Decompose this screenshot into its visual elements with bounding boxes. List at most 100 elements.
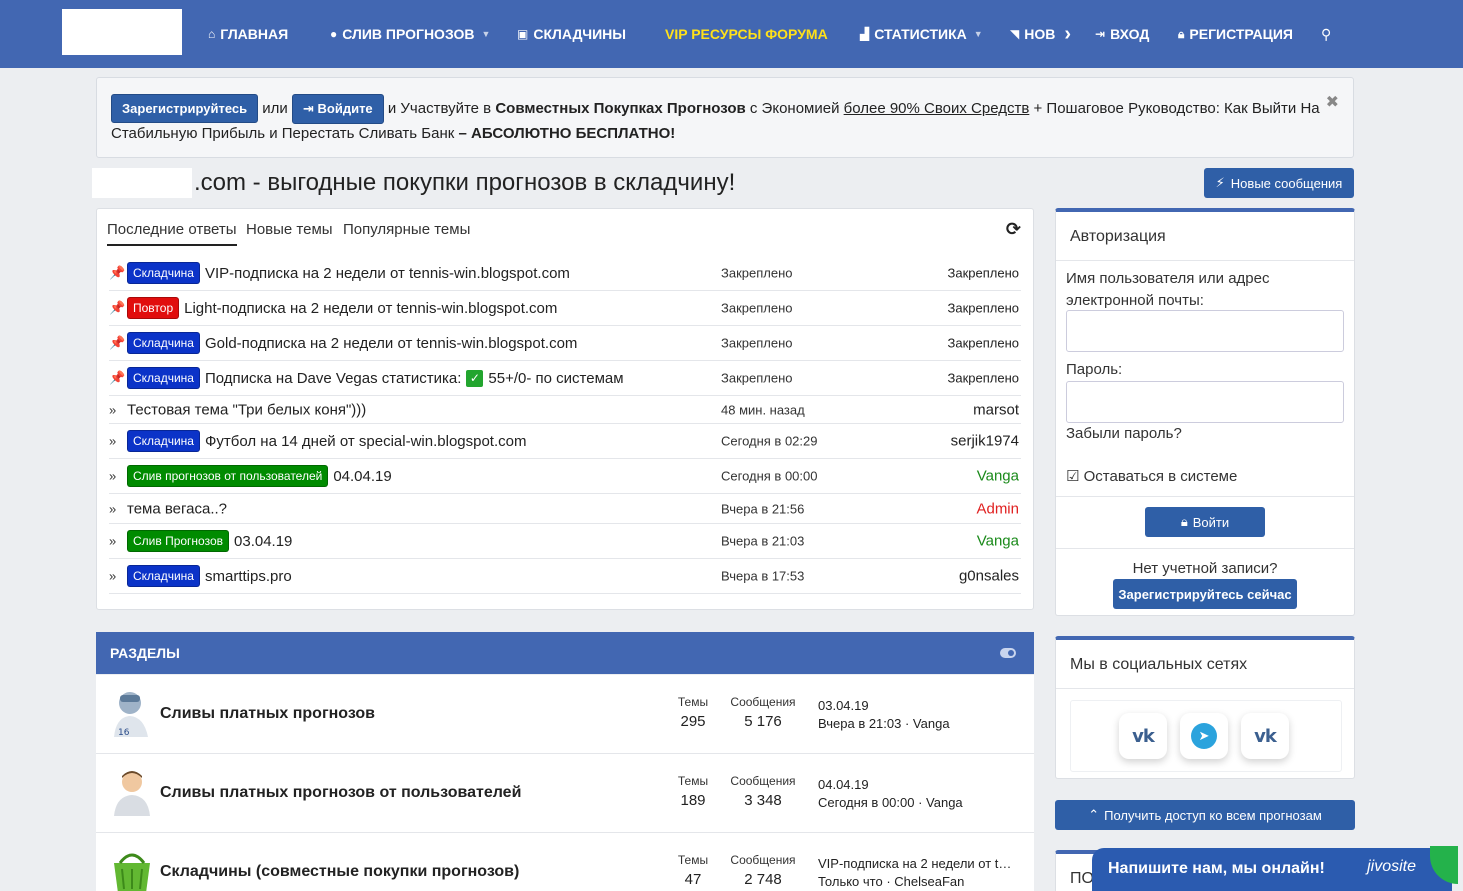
chevron-right-icon[interactable]: › <box>1064 1 1071 67</box>
thread-prefix-badge[interactable]: Слив прогнозов от пользователей <box>127 465 329 487</box>
username-input[interactable] <box>1066 310 1344 352</box>
forum-row[interactable]: 16 Сливы платных прогнозов Темы 295 Сообщени… <box>96 675 1034 754</box>
thread-time: Сегодня в 00:00 <box>721 468 818 484</box>
thread-title[interactable]: Повтор Light-подписка на 2 недели от tenn… <box>127 297 557 319</box>
telegram-icon[interactable]: ➤ <box>1180 713 1228 759</box>
nav-skladchiny[interactable]: ▣ СКЛАДЧИНЫ <box>517 0 626 68</box>
tab-new-threads[interactable]: Новые темы <box>246 221 333 238</box>
forum-last-post[interactable]: 03.04.19 Вчера в 21:03 · Vanga <box>818 697 950 733</box>
refresh-icon[interactable]: ⟳ <box>1006 219 1021 240</box>
thread-last-poster: Закреплено <box>947 335 1020 351</box>
forum-last-post[interactable]: VIP-подписка на 2 недели от t… Только что… <box>818 855 1011 891</box>
tab-popular-threads[interactable]: Популярные темы <box>343 221 470 238</box>
thread-last-poster[interactable]: Admin <box>976 500 1019 517</box>
thread-row[interactable]: 📌 Складчина VIP-подписка на 2 недели от te… <box>109 256 1021 291</box>
forum-title[interactable]: Складчины (совместные покупки прогнозов) <box>160 863 519 881</box>
thread-last-poster[interactable]: Vanga <box>977 533 1019 550</box>
thread-time: Закреплено <box>721 335 793 351</box>
thread-prefix-badge[interactable]: Повтор <box>127 297 180 319</box>
register-now-button[interactable]: Зарегистрируйтесь сейчас <box>1113 579 1297 609</box>
search-icon[interactable]: ⚲ <box>1321 0 1331 68</box>
car-icon: ▣ <box>517 27 529 41</box>
thread-prefix-badge[interactable]: Складчина <box>127 262 200 284</box>
thread-last-poster[interactable]: g0nsales <box>959 568 1019 585</box>
thread-row[interactable]: » Складчина Футбол на 14 дней от special-w… <box>109 424 1021 459</box>
thread-title[interactable]: Слив Прогнозов 03.04.19 <box>127 530 292 552</box>
thread-prefix-badge[interactable]: Складчина <box>127 367 200 389</box>
checkbox-checked-icon[interactable]: ☑ <box>1066 468 1079 485</box>
nav-home[interactable]: ⌂ ГЛАВНАЯ <box>208 0 288 68</box>
nav-vip[interactable]: VIP РЕСУРСЫ ФОРУМА <box>665 0 828 68</box>
thread-last-poster[interactable]: marsot <box>973 401 1019 418</box>
chevron-right-icon: » <box>109 402 117 417</box>
forum-posts-stat: Сообщения 2 748 <box>730 853 796 888</box>
chat-widget[interactable]: Напишите нам, мы онлайн! jivosite <box>1092 846 1458 891</box>
thread-row[interactable]: » Слив Прогнозов 03.04.19 Вчера в 21:03 Vang… <box>109 524 1021 559</box>
thread-last-poster: Закреплено <box>947 300 1020 316</box>
nav-login[interactable]: ⇥ ВХОД <box>1095 0 1149 68</box>
chevron-down-icon: ▼ <box>481 29 491 39</box>
forgot-password-link[interactable]: Забыли пароль? <box>1066 423 1182 445</box>
nav-forecasts[interactable]: ● СЛИВ ПРОГНОЗОВ ▼ <box>330 0 490 68</box>
remember-checkbox[interactable]: ☑ Оставаться в системе <box>1066 466 1237 488</box>
thread-row[interactable]: 📌 Повтор Light-подписка на 2 недели от ten… <box>109 291 1021 326</box>
forum-title[interactable]: Сливы платных прогнозов <box>160 705 375 723</box>
thread-prefix-badge[interactable]: Слив Прогнозов <box>127 530 230 552</box>
notice-login-button[interactable]: ⇥ Войдите <box>291 94 384 124</box>
thread-title[interactable]: Складчина Gold-подписка на 2 недели от te… <box>127 332 577 354</box>
thread-title[interactable]: Слив прогнозов от пользователей 04.04.19 <box>127 465 392 487</box>
thread-last-poster[interactable]: Vanga <box>977 468 1019 485</box>
forum-row[interactable]: Сливы платных прогнозов от пользователей… <box>96 754 1034 833</box>
thread-title[interactable]: Складчина VIP-подписка на 2 недели от ten… <box>127 262 570 284</box>
top-navbar: ⌂ ГЛАВНАЯ ● СЛИВ ПРОГНОЗОВ ▼ ▣ СКЛАДЧИНЫ VIP… <box>0 0 1463 68</box>
thread-title[interactable]: тема вегаса..? <box>127 500 227 517</box>
get-access-button[interactable]: ⌃ Получить доступ ко всем прогнозам <box>1055 800 1355 830</box>
thread-prefix-badge[interactable]: Складчина <box>127 565 200 587</box>
thread-row[interactable]: » Складчина smarttips.pro Вчера в 17:53 g0ns… <box>109 559 1021 594</box>
notice-link[interactable]: более 90% Своих Средств <box>844 100 1030 117</box>
football-player-icon: 16 <box>110 689 154 739</box>
pin-icon: 📌 <box>109 370 126 385</box>
lock-icon: 🔒︎ <box>1178 27 1185 41</box>
nav-new[interactable]: ◥ НОВ › <box>1010 0 1071 68</box>
collapse-toggle-icon[interactable] <box>1000 648 1016 658</box>
notice-register-button[interactable]: Зарегистрируйтесь <box>111 94 259 123</box>
page-title: .com - выгодные покупки прогнозов в скла… <box>194 169 736 196</box>
thread-prefix-badge[interactable]: Складчина <box>127 332 200 354</box>
pin-icon: 📌 <box>109 300 126 315</box>
vk-icon[interactable]: vk <box>1119 713 1167 759</box>
password-input[interactable] <box>1066 381 1344 423</box>
thread-time: Закреплено <box>721 370 793 386</box>
nav-register[interactable]: 🔒︎ РЕГИСТРАЦИЯ <box>1178 0 1293 68</box>
user-avatar-icon <box>110 768 154 818</box>
thread-time: Вчера в 17:53 <box>721 568 805 584</box>
thread-last-poster[interactable]: serjik1974 <box>951 433 1019 450</box>
nav-statistics[interactable]: ▟ СТАТИСТИКА ▼ <box>860 0 983 68</box>
forum-row[interactable]: Складчины (совместные покупки прогнозов)… <box>96 833 1034 891</box>
login-button[interactable]: 🔒︎ Войти <box>1145 507 1265 537</box>
forum-threads-stat: Темы 47 <box>677 853 709 888</box>
thread-title[interactable]: Складчина Подписка на Dave Vegas статисти… <box>127 367 624 389</box>
forum-title[interactable]: Сливы платных прогнозов от пользователей <box>160 784 521 802</box>
tab-latest-replies[interactable]: Последние ответы <box>107 221 237 246</box>
close-icon[interactable]: ✖ <box>1326 92 1339 112</box>
thread-title[interactable]: Складчина smarttips.pro <box>127 565 292 587</box>
vk-icon[interactable]: vk <box>1241 713 1289 759</box>
thread-row[interactable]: » Тестовая тема "Три белых коня"))) 48 мин… <box>109 396 1021 424</box>
thread-title[interactable]: Складчина Футбол на 14 дней от special-wi… <box>127 430 526 452</box>
thread-row[interactable]: » Слив прогнозов от пользователей 04.04.19… <box>109 459 1021 494</box>
thread-last-poster: Закреплено <box>947 370 1020 386</box>
thread-row[interactable]: 📌 Складчина Подписка на Dave Vegas статист… <box>109 361 1021 396</box>
chevron-down-icon: ▼ <box>973 29 983 39</box>
chevron-right-icon: » <box>109 501 117 516</box>
thread-row[interactable]: 📌 Складчина Gold-подписка на 2 недели от t… <box>109 326 1021 361</box>
thread-row[interactable]: » тема вегаса..? Вчера в 21:56 Admin <box>109 494 1021 524</box>
thread-title[interactable]: Тестовая тема "Три белых коня"))) <box>127 401 366 418</box>
thread-prefix-badge[interactable]: Складчина <box>127 430 200 452</box>
forum-threads-stat: Темы 189 <box>677 774 709 809</box>
site-logo[interactable] <box>62 9 182 55</box>
new-messages-button[interactable]: ⚡ Новые сообщения <box>1204 168 1354 198</box>
forum-last-post[interactable]: 04.04.19 Сегодня в 00:00 · Vanga <box>818 776 963 812</box>
lock-icon: 🔒︎ <box>1180 514 1188 529</box>
thread-last-poster: Закреплено <box>947 265 1020 281</box>
